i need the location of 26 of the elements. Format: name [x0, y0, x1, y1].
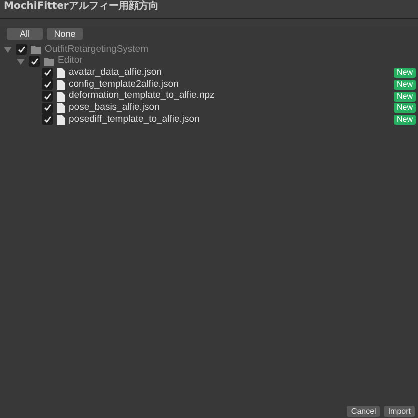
file-name: pose_basis_alfie.json	[69, 101, 160, 115]
select-button[interactable]: None	[47, 28, 83, 40]
footer-button[interactable]: Import	[384, 406, 415, 417]
expand-arrow-icon[interactable]	[17, 58, 25, 66]
select-button[interactable]: All	[7, 28, 43, 40]
file-name: deformation_template_to_alfie.npz	[69, 89, 215, 103]
new-badge: New	[394, 103, 416, 114]
checkbox[interactable]	[42, 114, 53, 126]
window-title: MochiFitterアルフィー用顔方向	[4, 0, 159, 14]
checkbox[interactable]	[42, 91, 53, 102]
checkbox[interactable]	[16, 44, 27, 56]
new-badge: New	[394, 92, 416, 102]
checkbox[interactable]	[42, 79, 53, 90]
folder-name: OutfitRetargetingSystem	[45, 42, 148, 56]
checkbox[interactable]	[42, 102, 53, 114]
new-badge: New	[394, 68, 416, 78]
file-name: config_template2alfie.json	[69, 78, 179, 91]
file-name: posediff_template_to_alfie.json	[69, 112, 200, 127]
checkbox[interactable]	[42, 68, 53, 79]
footer-button[interactable]: Cancel	[347, 406, 380, 417]
expand-arrow-icon[interactable]	[4, 46, 12, 54]
checkbox[interactable]	[29, 56, 40, 68]
new-badge: New	[394, 80, 416, 90]
new-badge: New	[394, 114, 416, 125]
folder-name: Editor	[58, 54, 83, 68]
file-name: avatar_data_alfie.json	[69, 66, 162, 80]
